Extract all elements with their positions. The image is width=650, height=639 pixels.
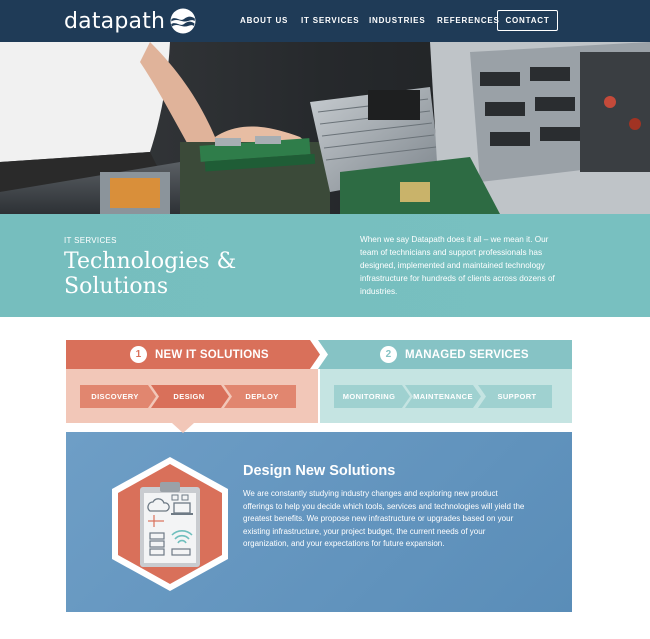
- tab-new-it-solutions[interactable]: 1 NEW IT SOLUTIONS: [130, 340, 269, 369]
- section-eyebrow: IT SERVICES: [64, 236, 117, 245]
- datapath-logo[interactable]: datapath: [64, 7, 196, 35]
- hero-photo: [0, 42, 650, 214]
- content-heading: Design New Solutions: [243, 463, 396, 479]
- intro-band: IT SERVICES Technologies & Solutions Whe…: [0, 214, 650, 317]
- content-paragraph: We are constantly studying industry chan…: [243, 489, 525, 549]
- step-support[interactable]: SUPPORT: [482, 385, 552, 408]
- step-monitoring[interactable]: MONITORING: [334, 385, 404, 408]
- datapath-wave-logo-icon: [170, 8, 196, 34]
- active-step-pointer: [172, 423, 194, 433]
- tab-label: NEW IT SOLUTIONS: [155, 348, 269, 361]
- step-maintenance[interactable]: MAINTENANCE: [405, 385, 481, 408]
- clipboard-diagram-icon: [112, 457, 228, 591]
- tab-label: MANAGED SERVICES: [405, 348, 529, 361]
- step-deploy[interactable]: DEPLOY: [228, 385, 296, 408]
- tab-managed-services[interactable]: 2 MANAGED SERVICES: [380, 340, 529, 369]
- intro-paragraph: When we say Datapath does it all – we me…: [360, 235, 555, 296]
- contact-button[interactable]: CONTACT: [497, 10, 558, 31]
- page-title: Technologies & Solutions: [64, 249, 237, 299]
- tab-number: 1: [130, 346, 147, 363]
- nav-references[interactable]: REFERENCES: [437, 16, 500, 25]
- top-navigation: datapath ABOUT US IT SERVICES INDUSTRIES…: [0, 0, 650, 42]
- step-design[interactable]: DESIGN: [151, 385, 227, 408]
- logo-wordmark: datapath: [64, 8, 166, 34]
- step-discovery[interactable]: DISCOVERY: [80, 385, 150, 408]
- server-hardware-photo: [0, 42, 650, 214]
- nav-about-us[interactable]: ABOUT US: [240, 16, 288, 25]
- tab-number: 2: [380, 346, 397, 363]
- nav-industries[interactable]: INDUSTRIES: [369, 16, 425, 25]
- nav-it-services[interactable]: IT SERVICES: [301, 16, 359, 25]
